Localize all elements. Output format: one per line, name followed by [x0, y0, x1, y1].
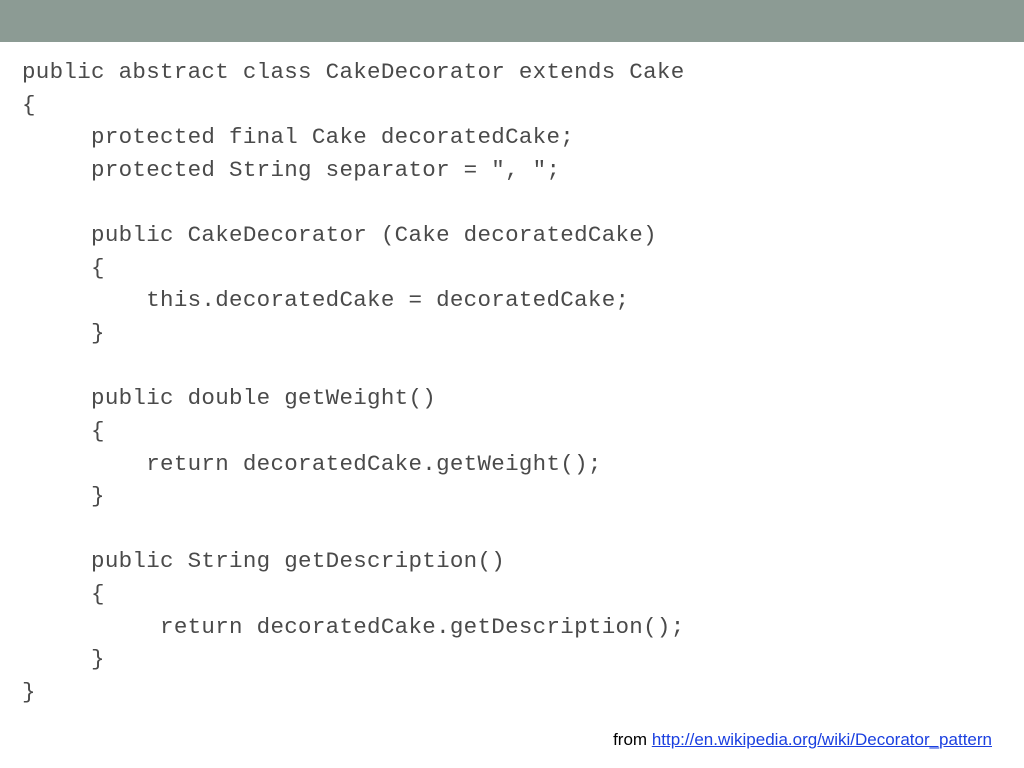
attribution-footer: from http://en.wikipedia.org/wiki/Decora… [613, 730, 992, 750]
header-bar [0, 0, 1024, 42]
code-block: public abstract class CakeDecorator exte… [0, 42, 1024, 709]
attribution-prefix: from [613, 730, 652, 749]
source-link[interactable]: http://en.wikipedia.org/wiki/Decorator_p… [652, 730, 992, 749]
